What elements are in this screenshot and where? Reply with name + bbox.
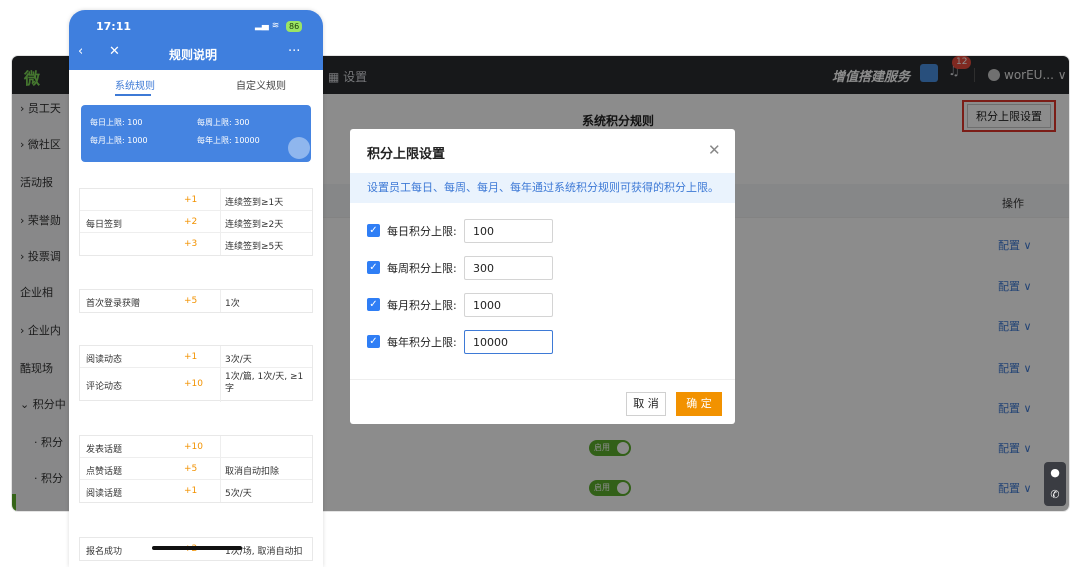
table-row: 评论动态 +10 1次/篇, 1次/天, ≥1字 (86, 372, 304, 394)
card-daily: 每日上限: 100 (90, 118, 143, 127)
card-yearly: 每年上限: 10000 (197, 136, 260, 145)
section-label: 签到 (79, 168, 119, 183)
card-monthly: 每月上限: 1000 (90, 136, 148, 145)
table-row: 首次登录获赠 +5 1次 (86, 296, 240, 309)
home-indicator (152, 546, 242, 550)
rules-table: +1 连续签到≥1天 每日签到 +2 连续签到≥2天 +3 连续签到≥5天 (79, 188, 313, 256)
table-row: +3 连续签到≥5天 (184, 239, 284, 252)
weekly-limit-checkbox[interactable]: ✓ (367, 261, 380, 274)
chat-icon[interactable]: ● (1044, 462, 1066, 484)
tab-underline (115, 94, 151, 96)
table-row: 阅读话题 +1 5次/天 (86, 486, 252, 499)
section-label: 活动 (79, 515, 119, 530)
weekly-limit-label: 每周积分上限: (387, 262, 457, 275)
close-icon[interactable]: ✕ (109, 44, 120, 59)
table-row: 每日签到 +2 连续签到≥2天 (80, 211, 312, 233)
daily-limit-checkbox[interactable]: ✓ (367, 224, 380, 237)
monthly-limit-row: ✓ 每月积分上限: (367, 293, 707, 317)
section-label: 福利 (79, 268, 119, 283)
weekly-limit-row: ✓ 每周积分上限: (367, 256, 707, 280)
card-weekly: 每周上限: 300 (197, 118, 250, 127)
table-row: 点赞话题 +5 取消自动扣除 (80, 458, 312, 480)
dialog-divider (350, 379, 735, 380)
signal-wifi-icon: ▂▄ ≋ (255, 21, 280, 31)
weekly-limit-input[interactable] (464, 256, 553, 280)
monthly-limit-input[interactable] (464, 293, 553, 317)
back-icon[interactable]: ‹ (78, 44, 83, 59)
floating-actions: ● ✆ (1044, 462, 1066, 506)
yearly-limit-label: 每年积分上限: (387, 336, 457, 349)
rules-table: 发表话题 +10 点赞话题 +5 取消自动扣除 阅读话题 +1 5次/天 (79, 435, 313, 503)
dialog-notice: 设置员工每日、每周、每月、每年通过系统积分规则可获得的积分上限。 (350, 173, 735, 203)
daily-limit-label: 每日积分上限: (387, 225, 457, 238)
section-label: 话题 (79, 413, 119, 428)
status-time: 17:11 (96, 20, 132, 33)
yearly-limit-row: ✓ 每年积分上限: (367, 330, 707, 354)
yearly-limit-checkbox[interactable]: ✓ (367, 335, 380, 348)
phone-icon[interactable]: ✆ (1044, 484, 1066, 506)
limits-card: 每日上限: 100 每周上限: 300 每月上限: 1000 每年上限: 100… (81, 105, 311, 162)
card-decoration-icon (288, 137, 310, 159)
tab-system-rules[interactable]: 系统规则 (115, 77, 155, 92)
table-row: 阅读动态 +1 3次/天 (80, 346, 312, 368)
monthly-limit-label: 每月积分上限: (387, 299, 457, 312)
rules-table: 首次登录获赠 +5 1次 (79, 289, 313, 313)
table-row: +1 连续签到≥1天 (80, 189, 312, 211)
monthly-limit-checkbox[interactable]: ✓ (367, 298, 380, 311)
section-label: 动态 (79, 323, 119, 338)
confirm-button[interactable]: 确 定 (676, 392, 722, 416)
phone-tabs: 系统规则 自定义规则 (69, 70, 323, 98)
rules-table: 阅读动态 +1 3次/天 评论动态 +10 1次/篇, 1次/天, ≥1字 (79, 345, 313, 402)
phone-title: 规则说明 (169, 48, 218, 62)
close-icon[interactable]: ✕ (708, 141, 721, 159)
cancel-button[interactable]: 取 消 (626, 392, 666, 416)
battery-indicator: 86 (286, 21, 303, 32)
phone-preview: 17:11 ▂▄ ≋ 86 ‹ ✕ 规则说明 ··· 系统规则 自定义规则 每日… (69, 10, 323, 567)
daily-limit-row: ✓ 每日积分上限: (367, 219, 707, 243)
limit-dialog: 积分上限设置 ✕ 设置员工每日、每周、每月、每年通过系统积分规则可获得的积分上限… (350, 129, 735, 424)
more-icon[interactable]: ··· (288, 44, 300, 59)
dialog-title: 积分上限设置 (367, 147, 446, 162)
yearly-limit-input[interactable] (464, 330, 553, 354)
daily-limit-input[interactable] (464, 219, 553, 243)
table-row: 发表话题 +10 (80, 436, 312, 458)
tab-custom-rules[interactable]: 自定义规则 (236, 77, 286, 92)
